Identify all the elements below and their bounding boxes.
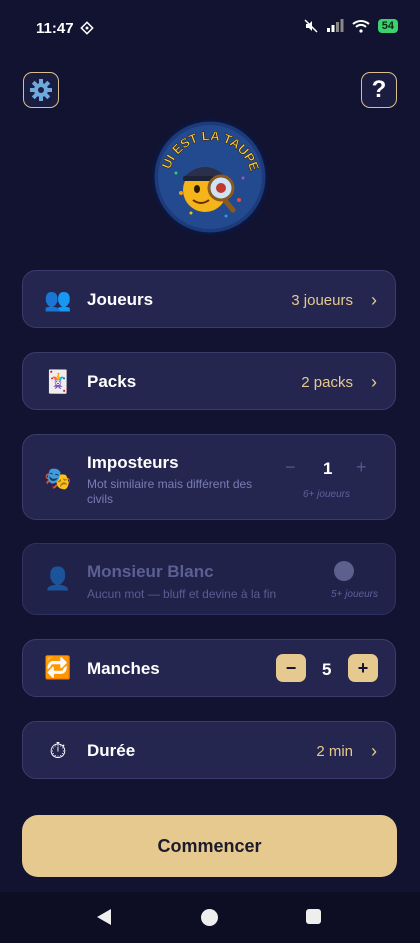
players-label: Joueurs <box>87 290 154 309</box>
system-nav-bar <box>0 892 420 943</box>
impostors-min-players-note: 6+ joueurs <box>303 489 350 500</box>
rounds-decrement-button[interactable]: − <box>276 654 306 682</box>
packs-card[interactable]: 🃏 Packs 2 packs › <box>22 352 396 410</box>
players-value: 3 joueurs <box>291 292 353 309</box>
chevron-right-icon: › <box>371 372 377 392</box>
packs-label: Packs <box>87 372 137 391</box>
back-icon[interactable] <box>97 909 111 925</box>
rounds-increment-button[interactable]: + <box>348 654 378 682</box>
impostors-card: 🎭 Imposteurs Mot similaire mais différen… <box>22 434 396 520</box>
impostors-decrement-button[interactable]: − <box>285 457 296 478</box>
game-logo: QUI EST LA TAUPE? <box>151 118 269 236</box>
duration-card[interactable]: ⏱ Durée 2 min › <box>22 721 396 779</box>
status-time: 11:47 <box>36 20 74 37</box>
rounds-label: Manches <box>87 659 160 678</box>
packs-value: 2 packs <box>301 374 353 391</box>
stopwatch-icon: ⏱ <box>49 738 67 763</box>
person-silhouette-icon: 👤 <box>44 566 72 591</box>
mr-white-label: Monsieur Blanc <box>87 562 214 581</box>
impostors-count: 1 <box>323 459 333 478</box>
players-card[interactable]: 👥 Joueurs 3 joueurs › <box>22 270 396 328</box>
home-icon[interactable] <box>201 909 218 926</box>
impostors-increment-button[interactable]: + <box>356 457 367 478</box>
help-button[interactable]: ? <box>361 72 397 108</box>
impostors-description: Mot similaire mais différent des civils <box>87 477 253 506</box>
mr-white-min-players-note: 5+ joueurs <box>331 589 378 600</box>
status-icons: 54 <box>304 19 398 33</box>
theater-masks-icon: 🎭 <box>44 466 72 491</box>
settings-button[interactable] <box>23 72 59 108</box>
chevron-right-icon: › <box>371 290 377 310</box>
rounds-count: 5 <box>322 660 332 679</box>
question-mark-icon: ? <box>371 76 387 103</box>
rounds-card: 🔁 Manches − 5 + <box>22 639 396 697</box>
playing-card-icon: 🃏 <box>44 369 72 394</box>
mr-white-toggle[interactable] <box>334 561 354 581</box>
repeat-icon: 🔁 <box>44 655 72 680</box>
impostors-label: Imposteurs <box>87 453 179 472</box>
signal-icon <box>326 19 344 32</box>
gear-icon <box>30 79 52 101</box>
start-button[interactable]: Commencer <box>22 815 397 877</box>
wifi-icon <box>352 20 370 33</box>
battery-indicator: 54 <box>377 19 398 33</box>
people-icon: 👥 <box>44 287 72 312</box>
status-bar: 11:47 54 <box>0 0 420 58</box>
mute-icon <box>304 19 318 33</box>
duration-label: Durée <box>87 741 136 760</box>
mr-white-description: Aucun mot — bluff et devine à la fin <box>87 587 277 601</box>
duration-value: 2 min <box>316 743 353 760</box>
recent-apps-icon[interactable] <box>306 909 321 924</box>
chevron-right-icon: › <box>371 741 377 761</box>
mr-white-card: 👤 Monsieur Blanc Aucun mot — bluff et de… <box>22 543 396 615</box>
navigation-icon <box>80 21 94 35</box>
